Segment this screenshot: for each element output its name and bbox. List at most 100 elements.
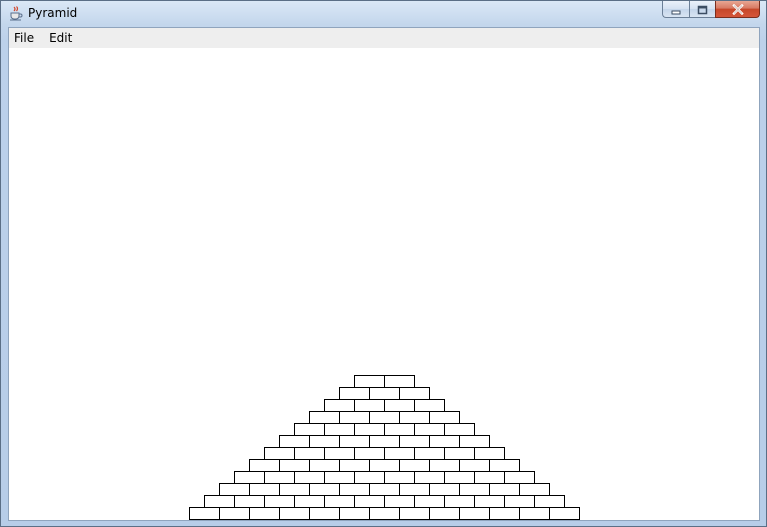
pyramid-brick <box>414 399 445 412</box>
drawing-canvas <box>9 48 759 520</box>
pyramid-brick <box>264 495 295 508</box>
pyramid-brick <box>489 483 520 496</box>
pyramid-brick <box>324 471 355 484</box>
pyramid-brick <box>504 471 535 484</box>
pyramid-brick <box>279 483 310 496</box>
pyramid-brick <box>339 411 370 424</box>
pyramid-brick <box>429 435 460 448</box>
pyramid-brick <box>309 507 340 520</box>
pyramid-brick <box>414 423 445 436</box>
pyramid-brick <box>369 435 400 448</box>
pyramid-brick <box>339 459 370 472</box>
pyramid-brick <box>474 471 505 484</box>
pyramid-brick <box>534 495 565 508</box>
pyramid-brick <box>384 471 415 484</box>
pyramid-brick <box>384 495 415 508</box>
menu-file[interactable]: File <box>9 28 40 48</box>
java-cup-icon[interactable] <box>8 5 24 21</box>
pyramid-brick <box>264 471 295 484</box>
window-title: Pyramid <box>28 6 78 20</box>
pyramid-brick <box>339 387 370 400</box>
pyramid-brick <box>249 507 280 520</box>
pyramid-brick <box>324 399 355 412</box>
pyramid-brick <box>429 483 460 496</box>
pyramid-brick <box>384 375 415 388</box>
pyramid-brick <box>354 471 385 484</box>
pyramid-brick <box>279 459 310 472</box>
minimize-button[interactable] <box>662 1 689 18</box>
pyramid-brick <box>339 483 370 496</box>
pyramid-brick <box>354 375 385 388</box>
app-window: Pyramid File Edit <box>0 0 767 527</box>
pyramid-brick <box>444 447 475 460</box>
pyramid-brick <box>279 435 310 448</box>
close-icon <box>731 0 744 19</box>
pyramid-brick <box>429 411 460 424</box>
caption-buttons <box>662 1 760 19</box>
pyramid-brick <box>414 447 445 460</box>
pyramid-brick <box>549 507 580 520</box>
pyramid-brick <box>309 435 340 448</box>
pyramid-brick <box>399 483 430 496</box>
pyramid-brick <box>369 507 400 520</box>
close-button[interactable] <box>715 1 760 18</box>
pyramid-brick <box>324 495 355 508</box>
title-bar[interactable]: Pyramid <box>1 1 766 26</box>
pyramid-brick <box>234 471 265 484</box>
pyramid-brick <box>414 495 445 508</box>
pyramid-brick <box>504 495 535 508</box>
pyramid-brick <box>444 495 475 508</box>
pyramid-brick <box>294 423 325 436</box>
pyramid-brick <box>354 447 385 460</box>
pyramid-brick <box>294 495 325 508</box>
pyramid-brick <box>489 459 520 472</box>
pyramid-brick <box>249 459 280 472</box>
pyramid-brick <box>519 507 550 520</box>
pyramid-brick <box>219 507 250 520</box>
pyramid-brick <box>399 411 430 424</box>
pyramid-brick <box>339 435 370 448</box>
pyramid-brick <box>189 507 220 520</box>
pyramid-brick <box>519 483 550 496</box>
pyramid-brick <box>399 435 430 448</box>
minimize-icon <box>671 0 682 19</box>
pyramid-brick <box>444 471 475 484</box>
maximize-button[interactable] <box>689 1 715 18</box>
pyramid-brick <box>369 483 400 496</box>
client-area: File Edit <box>8 27 760 521</box>
pyramid-brick <box>459 507 490 520</box>
pyramid-brick <box>459 483 490 496</box>
pyramid-brick <box>249 483 280 496</box>
pyramid-brick <box>429 459 460 472</box>
pyramid-brick <box>384 423 415 436</box>
pyramid-brick <box>264 447 295 460</box>
pyramid-brick <box>399 387 430 400</box>
pyramid-brick <box>354 423 385 436</box>
pyramid-brick <box>414 471 445 484</box>
pyramid-brick <box>354 399 385 412</box>
pyramid-brick <box>309 411 340 424</box>
menu-bar: File Edit <box>9 28 759 48</box>
maximize-icon <box>697 0 708 19</box>
pyramid-brick <box>234 495 265 508</box>
pyramid-brick <box>294 471 325 484</box>
pyramid-brick <box>309 483 340 496</box>
pyramid-brick <box>399 459 430 472</box>
pyramid-brick <box>279 507 310 520</box>
menu-edit[interactable]: Edit <box>44 28 78 48</box>
pyramid-brick <box>399 507 430 520</box>
pyramid-brick <box>324 423 355 436</box>
pyramid-brick <box>324 447 355 460</box>
pyramid-brick <box>384 399 415 412</box>
pyramid-brick <box>369 459 400 472</box>
pyramid-brick <box>429 507 460 520</box>
pyramid-brick <box>459 435 490 448</box>
pyramid-drawing <box>189 375 580 520</box>
pyramid-brick <box>444 423 475 436</box>
pyramid-brick <box>459 459 490 472</box>
pyramid-brick <box>489 507 520 520</box>
pyramid-brick <box>369 387 400 400</box>
pyramid-brick <box>369 411 400 424</box>
pyramid-brick <box>354 495 385 508</box>
pyramid-brick <box>474 447 505 460</box>
